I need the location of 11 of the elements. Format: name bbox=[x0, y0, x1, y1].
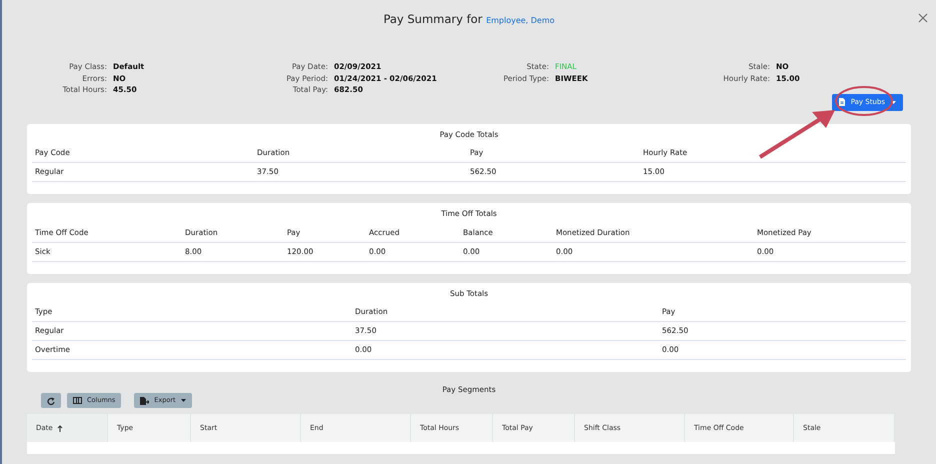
modal-title: Pay Summary for bbox=[383, 12, 482, 26]
annotation-ellipse bbox=[835, 86, 893, 116]
refresh-button[interactable] bbox=[41, 393, 61, 408]
caret-icon bbox=[180, 399, 186, 402]
document-icon bbox=[838, 98, 845, 106]
file-export-icon bbox=[140, 396, 150, 404]
columns-icon bbox=[73, 396, 82, 404]
caret-icon bbox=[891, 100, 896, 104]
refresh-icon bbox=[47, 396, 55, 404]
close-icon bbox=[918, 12, 928, 23]
employee-link[interactable]: Employee, Demo bbox=[486, 16, 555, 25]
